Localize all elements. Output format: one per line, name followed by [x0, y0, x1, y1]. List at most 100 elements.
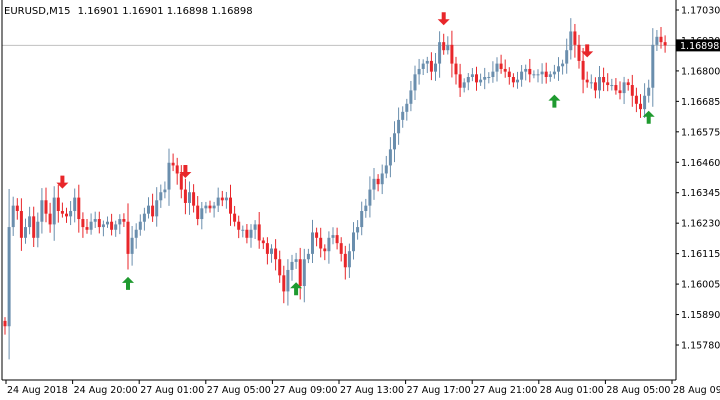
candle-body — [89, 221, 93, 230]
buy-arrow-icon — [548, 94, 561, 108]
candle-body — [421, 63, 425, 69]
x-tick-label: 24 Aug 20:00 — [74, 385, 138, 396]
candle-body — [585, 79, 589, 83]
y-tick-label: 1.16575 — [681, 127, 720, 138]
candle-body — [224, 197, 228, 201]
candle-body — [438, 42, 442, 64]
y-tick-label: 1.16800 — [681, 66, 720, 77]
candle-body — [569, 31, 573, 51]
candle-body — [532, 74, 536, 76]
candle-body — [491, 71, 495, 77]
chart-ohlc: 1.16901 1.16901 1.16898 1.16898 — [78, 6, 253, 17]
candle-body — [462, 82, 466, 88]
candle-body — [409, 90, 413, 104]
candle-body — [352, 232, 355, 252]
candle-body — [356, 227, 360, 233]
y-tick-label: 1.15890 — [681, 310, 720, 321]
candle-body — [339, 243, 343, 254]
candle-body — [401, 111, 405, 120]
x-tick-label: 27 Aug 09:00 — [273, 385, 337, 396]
candle-body — [347, 251, 351, 268]
candle-body — [417, 68, 421, 75]
candle-body — [306, 253, 310, 260]
x-tick-label: 28 Aug 01:00 — [540, 385, 604, 396]
candle-body — [499, 63, 503, 69]
candle-body — [323, 248, 327, 252]
candle-body — [179, 173, 183, 190]
candle-body — [200, 208, 204, 220]
candle-body — [503, 68, 507, 72]
candle-body — [614, 85, 618, 91]
candle-body — [167, 162, 171, 190]
candle-body — [388, 149, 392, 166]
candle-body — [73, 197, 77, 211]
candle-body — [384, 165, 388, 174]
chart-window[interactable]: 1.170301.169201.168001.166851.165751.164… — [0, 0, 720, 400]
candle-body — [458, 74, 462, 88]
y-tick-label: 1.15780 — [681, 341, 720, 352]
candle-body — [319, 237, 323, 249]
candle-body — [163, 189, 167, 193]
y-tick-label: 1.16005 — [681, 280, 720, 291]
candle-body — [663, 42, 667, 46]
candle-body — [372, 178, 376, 190]
candle-body — [643, 95, 647, 110]
candle-body — [470, 74, 474, 77]
candle-body — [581, 60, 585, 80]
candle-body — [598, 77, 601, 91]
candle-body — [393, 133, 396, 150]
x-tick-label: 28 Aug 09:00 — [673, 385, 720, 396]
candle-body — [639, 103, 642, 110]
candle-body — [360, 211, 364, 228]
candle-body — [327, 237, 331, 252]
price-chart[interactable]: 1.170301.169201.168001.166851.165751.164… — [0, 0, 720, 400]
candle-body — [479, 79, 483, 83]
candle-body — [106, 221, 109, 225]
candle-body — [618, 90, 622, 94]
candle-body — [122, 219, 126, 222]
candle-body — [626, 82, 630, 86]
candle-body — [52, 197, 56, 225]
candle-body — [208, 205, 212, 209]
candle-body — [520, 71, 524, 80]
candle-body — [413, 74, 417, 91]
candle-body — [593, 82, 597, 91]
candle-body — [97, 219, 101, 228]
candle-body — [77, 197, 81, 220]
candle-body — [311, 232, 314, 254]
candle-body — [237, 221, 241, 230]
chart-symbol: EURUSD,M15 — [4, 6, 70, 17]
candle-body — [147, 205, 150, 214]
candle-body — [573, 31, 577, 45]
candle-body — [241, 229, 245, 231]
candle-body — [15, 205, 19, 211]
candle-body — [188, 192, 191, 203]
candle-body — [265, 243, 269, 254]
candle-body — [134, 229, 138, 238]
candle-body — [11, 205, 15, 228]
candle-body — [69, 211, 73, 217]
candle-body — [24, 227, 27, 238]
candle-body — [343, 253, 347, 268]
candle-body — [159, 192, 163, 201]
candle-body — [495, 63, 499, 72]
candle-body — [606, 82, 610, 86]
candle-body — [196, 205, 200, 220]
candle-body — [651, 44, 655, 88]
candle-body — [142, 213, 146, 222]
chart-title: EURUSD,M15 1.16901 1.16901 1.16898 1.168… — [4, 6, 253, 17]
y-tick-label: 1.16115 — [681, 249, 720, 260]
candle-body — [511, 77, 515, 83]
candle-body — [429, 60, 433, 72]
candle-body — [475, 74, 478, 83]
candle-body — [368, 189, 372, 206]
candle-body — [536, 74, 540, 76]
candle-body — [450, 44, 454, 64]
candle-body — [557, 66, 560, 72]
candle-body — [442, 42, 446, 51]
y-tick-label: 1.16460 — [681, 158, 720, 169]
y-tick-label: 1.16230 — [681, 219, 720, 230]
candle-body — [93, 219, 97, 222]
current-price-label-group: 1.16898 — [676, 39, 720, 52]
candle-body — [270, 248, 273, 254]
